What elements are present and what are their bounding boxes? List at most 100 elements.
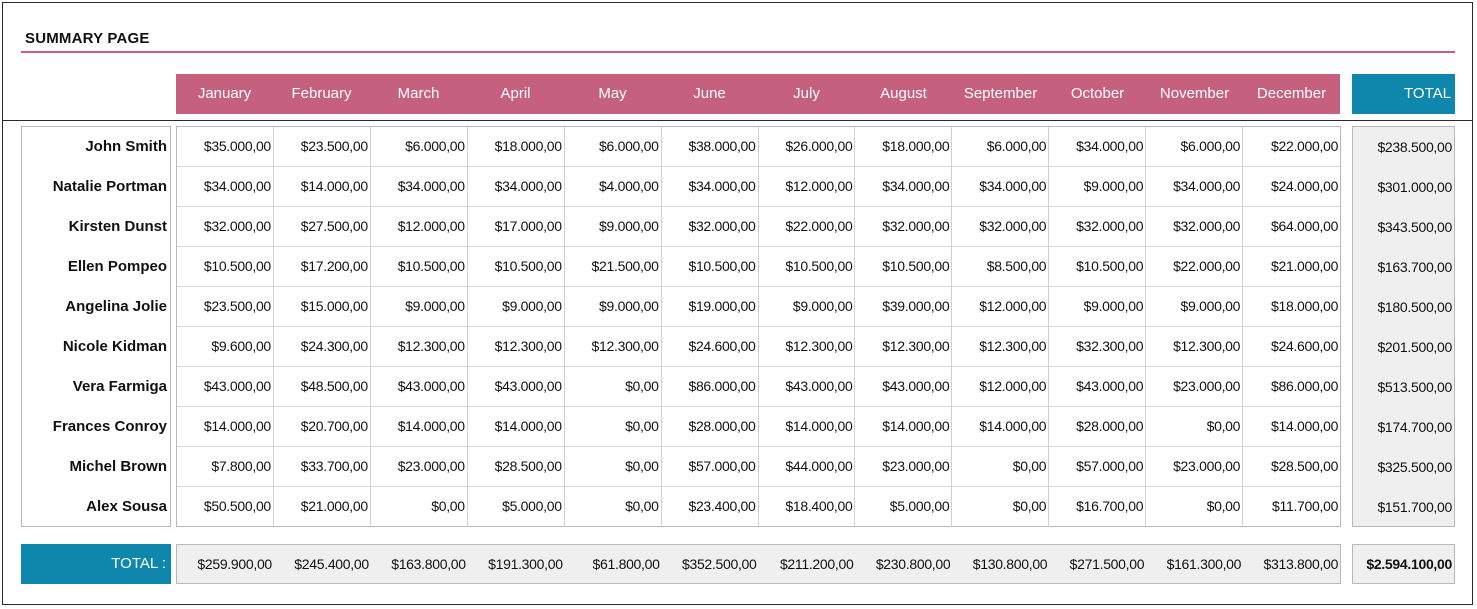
value-cell[interactable]: $64.000,00 <box>1243 207 1340 246</box>
employee-name[interactable]: John Smith <box>22 127 170 167</box>
value-cell[interactable]: $19.000,00 <box>662 287 759 326</box>
value-cell[interactable]: $16.700,00 <box>1049 487 1147 527</box>
value-cell[interactable]: $0,00 <box>1146 487 1244 527</box>
monthly-total-cell[interactable]: $130.800,00 <box>952 545 1049 583</box>
monthly-total-cell[interactable]: $259.900,00 <box>177 545 274 583</box>
value-cell[interactable]: $24.000,00 <box>1243 167 1340 206</box>
value-cell[interactable]: $28.500,00 <box>468 447 565 486</box>
value-cell[interactable]: $43.000,00 <box>371 367 468 406</box>
value-cell[interactable]: $21.500,00 <box>565 247 662 286</box>
value-cell[interactable]: $43.000,00 <box>1049 367 1147 406</box>
monthly-total-cell[interactable]: $245.400,00 <box>274 545 371 583</box>
value-cell[interactable]: $4.000,00 <box>565 167 662 206</box>
value-cell[interactable]: $0,00 <box>1146 407 1244 446</box>
value-cell[interactable]: $17.200,00 <box>274 247 371 286</box>
value-cell[interactable]: $43.000,00 <box>177 367 274 406</box>
value-cell[interactable]: $22.000,00 <box>1146 247 1244 286</box>
employee-name[interactable]: Frances Conroy <box>22 407 170 447</box>
value-cell[interactable]: $10.500,00 <box>468 247 565 286</box>
value-cell[interactable]: $10.500,00 <box>371 247 468 286</box>
value-cell[interactable]: $14.000,00 <box>1243 407 1340 446</box>
value-cell[interactable]: $34.000,00 <box>468 167 565 206</box>
value-cell[interactable]: $18.000,00 <box>1243 287 1340 326</box>
value-cell[interactable]: $34.000,00 <box>1146 167 1244 206</box>
value-cell[interactable]: $17.000,00 <box>468 207 565 246</box>
value-cell[interactable]: $7.800,00 <box>177 447 274 486</box>
value-cell[interactable]: $12.300,00 <box>468 327 565 366</box>
value-cell[interactable]: $23.000,00 <box>371 447 468 486</box>
employee-name[interactable]: Natalie Portman <box>22 167 170 207</box>
value-cell[interactable]: $10.500,00 <box>855 247 953 286</box>
row-total-cell[interactable]: $238.500,00 <box>1353 127 1454 167</box>
value-cell[interactable]: $34.000,00 <box>855 167 953 206</box>
value-cell[interactable]: $14.000,00 <box>274 167 371 206</box>
row-total-cell[interactable]: $301.000,00 <box>1353 167 1454 207</box>
monthly-total-cell[interactable]: $271.500,00 <box>1049 545 1146 583</box>
value-cell[interactable]: $24.600,00 <box>1243 327 1340 366</box>
value-cell[interactable]: $0,00 <box>565 367 662 406</box>
value-cell[interactable]: $57.000,00 <box>662 447 759 486</box>
value-cell[interactable]: $34.000,00 <box>662 167 759 206</box>
value-cell[interactable]: $14.000,00 <box>759 407 856 446</box>
value-cell[interactable]: $86.000,00 <box>1243 367 1340 406</box>
value-cell[interactable]: $32.300,00 <box>1049 327 1147 366</box>
employee-name[interactable]: Alex Sousa <box>22 487 170 527</box>
value-cell[interactable]: $39.000,00 <box>855 287 953 326</box>
value-cell[interactable]: $12.000,00 <box>952 287 1050 326</box>
value-cell[interactable]: $86.000,00 <box>662 367 759 406</box>
value-cell[interactable]: $12.300,00 <box>565 327 662 366</box>
value-cell[interactable]: $6.000,00 <box>371 127 468 166</box>
value-cell[interactable]: $21.000,00 <box>1243 247 1340 286</box>
employee-name[interactable]: Kirsten Dunst <box>22 207 170 247</box>
value-cell[interactable]: $9.600,00 <box>177 327 274 366</box>
value-cell[interactable]: $14.000,00 <box>952 407 1050 446</box>
value-cell[interactable]: $10.500,00 <box>1049 247 1147 286</box>
monthly-total-cell[interactable]: $161.300,00 <box>1146 545 1243 583</box>
value-cell[interactable]: $12.300,00 <box>759 327 856 366</box>
value-cell[interactable]: $23.500,00 <box>274 127 371 166</box>
value-cell[interactable]: $18.000,00 <box>468 127 565 166</box>
value-cell[interactable]: $23.000,00 <box>1146 447 1244 486</box>
value-cell[interactable]: $23.500,00 <box>177 287 274 326</box>
monthly-total-cell[interactable]: $211.200,00 <box>759 545 856 583</box>
value-cell[interactable]: $38.000,00 <box>662 127 759 166</box>
value-cell[interactable]: $9.000,00 <box>468 287 565 326</box>
value-cell[interactable]: $12.300,00 <box>371 327 468 366</box>
row-total-cell[interactable]: $174.700,00 <box>1353 407 1454 447</box>
value-cell[interactable]: $10.500,00 <box>759 247 856 286</box>
value-cell[interactable]: $28.000,00 <box>1049 407 1147 446</box>
value-cell[interactable]: $44.000,00 <box>759 447 856 486</box>
value-cell[interactable]: $24.600,00 <box>662 327 759 366</box>
value-cell[interactable]: $9.000,00 <box>371 287 468 326</box>
value-cell[interactable]: $6.000,00 <box>952 127 1050 166</box>
value-cell[interactable]: $12.000,00 <box>759 167 856 206</box>
row-total-cell[interactable]: $325.500,00 <box>1353 447 1454 487</box>
value-cell[interactable]: $23.400,00 <box>662 487 759 527</box>
value-cell[interactable]: $28.500,00 <box>1243 447 1340 486</box>
value-cell[interactable]: $18.000,00 <box>855 127 953 166</box>
employee-name[interactable]: Michel Brown <box>22 447 170 487</box>
value-cell[interactable]: $26.000,00 <box>759 127 856 166</box>
value-cell[interactable]: $32.000,00 <box>177 207 274 246</box>
value-cell[interactable]: $9.000,00 <box>759 287 856 326</box>
value-cell[interactable]: $14.000,00 <box>177 407 274 446</box>
value-cell[interactable]: $34.000,00 <box>177 167 274 206</box>
value-cell[interactable]: $12.000,00 <box>952 367 1050 406</box>
value-cell[interactable]: $0,00 <box>952 447 1050 486</box>
value-cell[interactable]: $9.000,00 <box>565 207 662 246</box>
value-cell[interactable]: $22.000,00 <box>1243 127 1340 166</box>
value-cell[interactable]: $18.400,00 <box>759 487 856 527</box>
monthly-total-cell[interactable]: $352.500,00 <box>662 545 759 583</box>
grand-total-cell[interactable]: $2.594.100,00 <box>1352 544 1455 584</box>
value-cell[interactable]: $34.000,00 <box>1049 127 1147 166</box>
row-total-cell[interactable]: $163.700,00 <box>1353 247 1454 287</box>
value-cell[interactable]: $10.500,00 <box>662 247 759 286</box>
value-cell[interactable]: $57.000,00 <box>1049 447 1147 486</box>
value-cell[interactable]: $43.000,00 <box>759 367 856 406</box>
value-cell[interactable]: $33.700,00 <box>274 447 371 486</box>
value-cell[interactable]: $34.000,00 <box>371 167 468 206</box>
value-cell[interactable]: $28.000,00 <box>662 407 759 446</box>
value-cell[interactable]: $22.000,00 <box>759 207 856 246</box>
monthly-total-cell[interactable]: $191.300,00 <box>468 545 565 583</box>
row-total-cell[interactable]: $343.500,00 <box>1353 207 1454 247</box>
